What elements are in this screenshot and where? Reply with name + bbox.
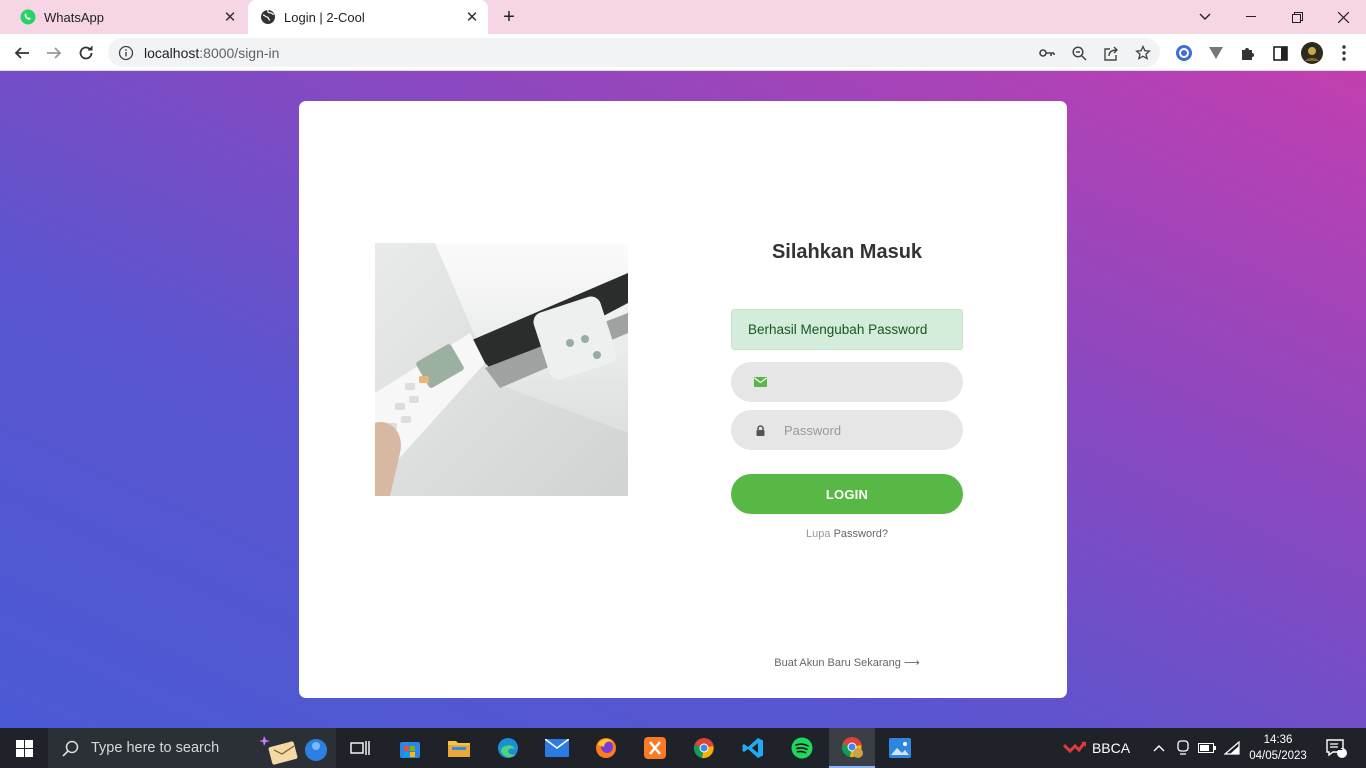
stock-chart-icon[interactable] <box>1060 728 1090 768</box>
site-info-icon[interactable] <box>118 45 134 61</box>
email-input[interactable] <box>784 374 944 390</box>
file-explorer-icon[interactable] <box>437 728 481 768</box>
battery-icon[interactable] <box>1196 728 1218 768</box>
extension-circle-icon[interactable] <box>1173 42 1195 64</box>
close-tab-icon[interactable]: ✕ <box>220 7 240 27</box>
back-arrow-icon[interactable] <box>9 40 35 66</box>
profile-avatar[interactable] <box>1301 42 1323 64</box>
globe-icon <box>260 9 276 25</box>
reload-icon[interactable] <box>73 40 99 66</box>
forgot-prefix: Lupa <box>806 528 831 540</box>
chrome-icon[interactable] <box>682 728 726 768</box>
email-field[interactable] <box>731 362 963 402</box>
tab-whatsapp[interactable]: WhatsApp ✕ <box>8 0 246 34</box>
close-tab-icon[interactable]: ✕ <box>462 7 482 27</box>
windows-start-icon[interactable] <box>0 728 48 768</box>
lock-icon <box>752 422 768 438</box>
search-icon <box>62 740 79 757</box>
login-button[interactable]: LOGIN <box>731 474 963 514</box>
firefox-icon[interactable] <box>584 728 628 768</box>
photos-icon[interactable] <box>878 728 922 768</box>
password-input[interactable] <box>784 422 944 438</box>
taskbar-search-box[interactable]: Type here to search <box>48 728 336 768</box>
network-icon[interactable] <box>1220 728 1244 768</box>
browser-tab-strip: WhatsApp ✕ Login | 2-Cool ✕ + <box>0 0 1366 34</box>
restore-button[interactable] <box>1274 0 1320 34</box>
login-heading: Silahkan Masuk <box>771 241 923 263</box>
tab-login[interactable]: Login | 2-Cool ✕ <box>248 0 488 34</box>
whatsapp-icon <box>20 9 36 25</box>
meet-now-icon[interactable] <box>1172 728 1194 768</box>
forward-arrow-icon[interactable] <box>41 40 67 66</box>
extension-v-icon[interactable] <box>1205 42 1227 64</box>
key-icon[interactable] <box>1038 44 1056 62</box>
forgot-password-link[interactable]: Password? <box>834 528 888 540</box>
login-card: Silahkan Masuk Berhasil Mengubah Passwor… <box>299 101 1067 698</box>
action-center-icon[interactable]: 1 <box>1316 728 1356 768</box>
arrow-right-icon: ⟶ <box>903 657 920 669</box>
create-account-label: Buat Akun Baru Sekarang <box>774 657 901 669</box>
page-background: Silahkan Masuk Berhasil Mengubah Passwor… <box>0 71 1366 728</box>
xampp-icon[interactable] <box>633 728 677 768</box>
zoom-icon[interactable] <box>1070 44 1088 62</box>
microsoft-store-icon[interactable] <box>388 728 432 768</box>
url-text: localhost:8000/sign-in <box>144 45 279 61</box>
tab-search-icon[interactable] <box>1182 0 1228 34</box>
search-placeholder: Type here to search <box>91 740 220 756</box>
clock-date: 04/05/2023 <box>1249 750 1307 762</box>
show-hidden-icons-chevron[interactable] <box>1148 728 1170 768</box>
notification-badge: 1 <box>1337 742 1343 753</box>
envelope-icon <box>752 374 768 390</box>
clock-time: 14:36 <box>1263 734 1293 746</box>
bookmark-star-icon[interactable] <box>1134 44 1152 62</box>
edge-icon[interactable] <box>486 728 530 768</box>
tab-title: WhatsApp <box>44 9 104 25</box>
menu-dots-icon[interactable] <box>1333 42 1355 64</box>
new-tab-button[interactable]: + <box>498 6 520 28</box>
share-icon[interactable] <box>1102 44 1120 62</box>
vscode-icon[interactable] <box>731 728 775 768</box>
forgot-password: Lupa Password? <box>731 528 963 540</box>
tab-title: Login | 2-Cool <box>284 9 365 25</box>
close-window-button[interactable] <box>1320 0 1366 34</box>
url-path: :8000/sign-in <box>199 44 280 61</box>
chrome-active-icon[interactable] <box>829 728 875 768</box>
browser-toolbar: localhost:8000/sign-in <box>0 34 1366 71</box>
mail-icon[interactable] <box>535 728 579 768</box>
clock[interactable]: 14:36 04/05/2023 <box>1246 728 1310 768</box>
task-view-icon[interactable] <box>338 728 382 768</box>
puzzle-icon[interactable] <box>1237 42 1259 64</box>
search-highlight-icon <box>259 736 327 765</box>
url-host: localhost <box>144 44 200 61</box>
spotify-icon[interactable] <box>780 728 824 768</box>
side-panel-icon[interactable] <box>1269 42 1291 64</box>
windows-taskbar: Type here to search BBCA 14:36 04/05/202… <box>0 728 1366 768</box>
stock-ticker[interactable]: BBCA <box>1092 728 1130 768</box>
ac-remote-photo <box>375 243 628 496</box>
create-account-link[interactable]: Buat Akun Baru Sekarang ⟶ <box>731 656 963 669</box>
success-alert: Berhasil Mengubah Password <box>731 309 963 350</box>
address-bar[interactable]: localhost:8000/sign-in <box>108 38 1160 67</box>
password-field[interactable] <box>731 410 963 450</box>
minimize-button[interactable] <box>1228 0 1274 34</box>
